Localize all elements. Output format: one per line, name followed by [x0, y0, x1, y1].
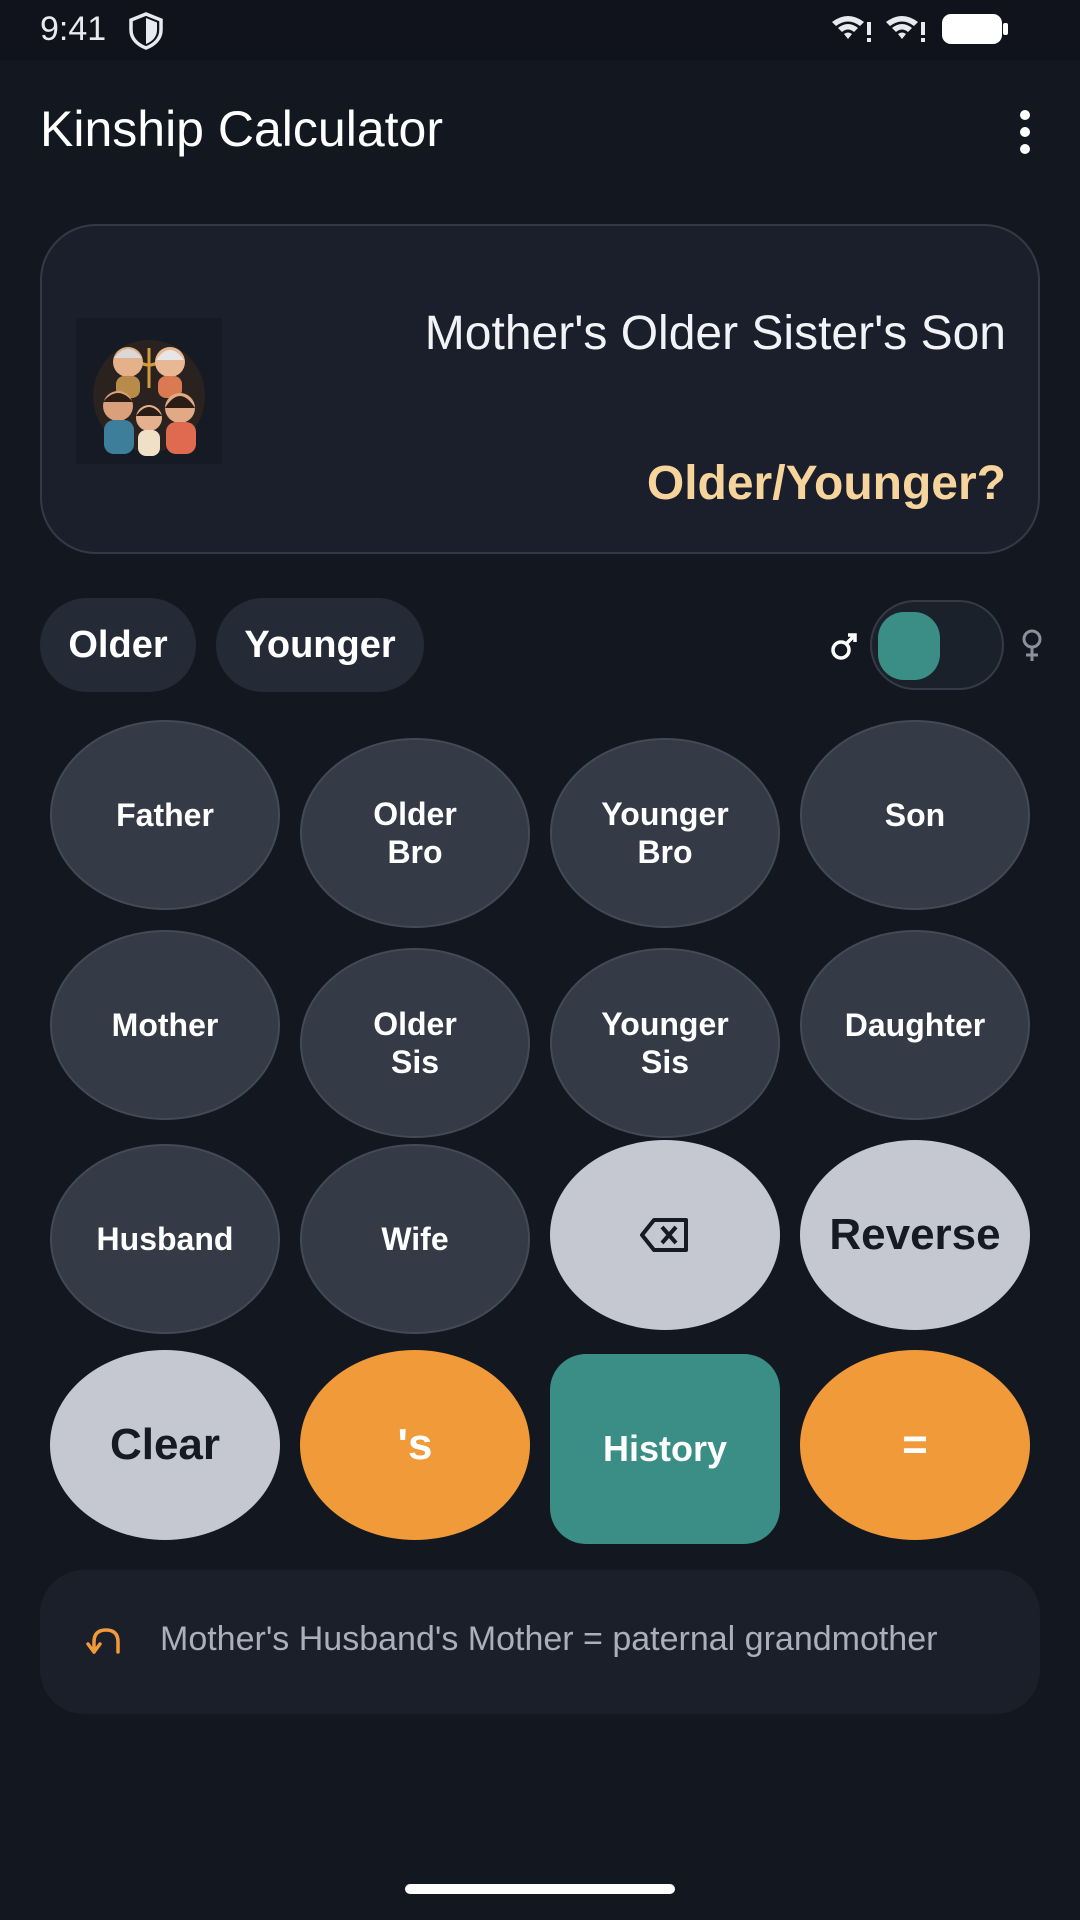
last-result-bar[interactable]: Mother's Husband's Mother = paternal gra…: [40, 1570, 1040, 1714]
shield-icon: [129, 12, 163, 50]
husband-key[interactable]: Husband: [50, 1144, 280, 1334]
screen: 9:41 Kinship Calculator Mother's Older S…: [0, 0, 1080, 1920]
undo-icon: [86, 1628, 120, 1654]
result-hint: Older/Younger?: [646, 457, 1006, 510]
father-key[interactable]: Father: [50, 720, 280, 910]
status-time: 9:41: [40, 10, 107, 48]
last-result-text: Mother's Husband's Mother = paternal gra…: [160, 1620, 938, 1658]
younger-bro-key[interactable]: Younger Bro: [550, 738, 780, 928]
backspace-button[interactable]: [550, 1140, 780, 1330]
reverse-button[interactable]: Reverse: [800, 1140, 1030, 1330]
expression-text: Mother's Older Sister's Son: [424, 307, 1006, 360]
family-illustration: [76, 318, 222, 464]
backspace-icon: [640, 1218, 688, 1252]
younger-chip[interactable]: Younger: [216, 598, 424, 692]
app-title: Kinship Calculator: [40, 101, 443, 157]
older-chip[interactable]: Older: [40, 598, 196, 692]
history-button[interactable]: History: [550, 1354, 780, 1544]
younger-sis-key[interactable]: Younger Sis: [550, 948, 780, 1138]
gender-toggle[interactable]: [870, 600, 1004, 690]
more-vert-icon[interactable]: [1000, 104, 1050, 160]
wifi-icon: [832, 16, 871, 42]
female-icon: [1022, 629, 1042, 661]
clear-button[interactable]: Clear: [50, 1350, 280, 1540]
male-icon: [831, 633, 857, 660]
toggle-knob: [878, 612, 940, 680]
expression-display: Mother's Older Sister's Son Older/Younge…: [40, 224, 1040, 554]
wife-key[interactable]: Wife: [300, 1144, 530, 1334]
daughter-key[interactable]: Daughter: [800, 930, 1030, 1120]
mother-key[interactable]: Mother: [50, 930, 280, 1120]
older-sis-key[interactable]: Older Sis: [300, 948, 530, 1138]
equals-button[interactable]: =: [800, 1350, 1030, 1540]
possessive-button[interactable]: 's: [300, 1350, 530, 1540]
home-indicator[interactable]: [405, 1884, 675, 1894]
battery-icon: [942, 14, 1008, 44]
wifi-icon: [886, 16, 925, 42]
son-key[interactable]: Son: [800, 720, 1030, 910]
older-bro-key[interactable]: Older Bro: [300, 738, 530, 928]
status-bar: 9:41: [0, 0, 1080, 60]
